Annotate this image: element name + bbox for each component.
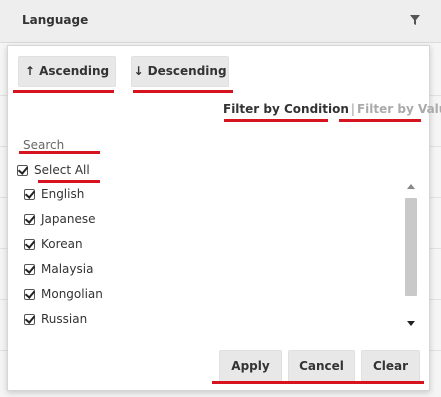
column-header: Language [0, 0, 441, 43]
cancel-label: Cancel [299, 359, 344, 373]
checkbox-checked-icon[interactable] [24, 188, 35, 200]
scroll-down-arrow-icon[interactable] [407, 321, 415, 326]
sort-descending-button[interactable]: ↓ Descending [131, 56, 229, 87]
highlight-underline [212, 381, 424, 384]
checkbox-checked-icon[interactable] [24, 213, 35, 225]
value-list: English Japanese Korean Malaysia Mongoli… [24, 184, 394, 329]
column-title: Language [22, 13, 89, 27]
list-item-label: Malaysia [41, 262, 94, 276]
filter-mode-links: Filter by Condition|Filter by Value [223, 102, 441, 116]
cancel-button[interactable]: Cancel [288, 350, 355, 382]
sort-descending-label: ↓ Descending [133, 64, 227, 78]
highlight-underline [133, 90, 233, 93]
filter-mode-separator: | [350, 102, 355, 116]
checkbox-checked-icon[interactable] [24, 288, 35, 300]
list-item[interactable]: Korean [24, 237, 83, 251]
checkbox-checked-icon[interactable] [24, 238, 35, 250]
highlight-underline [339, 119, 421, 122]
apply-label: Apply [231, 359, 270, 373]
apply-button[interactable]: Apply [219, 350, 282, 382]
list-item[interactable]: English [24, 187, 84, 201]
highlight-underline [19, 151, 100, 154]
list-item-label: Japanese [41, 212, 96, 226]
list-item-label: Korean [41, 237, 83, 251]
list-item-label: Russian [41, 312, 88, 326]
filter-menu-panel: ↑ Ascending ↓ Descending Filter by Condi… [7, 45, 441, 391]
list-item[interactable]: Mongolian [24, 287, 103, 301]
filter-by-condition-link[interactable]: Filter by Condition [223, 102, 349, 116]
list-item[interactable]: Malaysia [24, 262, 93, 276]
checkbox-checked-icon[interactable] [17, 164, 28, 176]
select-all-label: Select All [34, 163, 90, 177]
list-scrollbar[interactable] [404, 181, 418, 329]
select-all-checkbox[interactable]: Select All [17, 163, 90, 177]
list-item[interactable]: Japanese [24, 212, 96, 226]
grid-row-line [0, 350, 7, 351]
clear-button[interactable]: Clear [361, 350, 420, 382]
checkbox-checked-icon[interactable] [24, 313, 35, 325]
grid-row-line [0, 248, 7, 249]
scrollbar-thumb[interactable] [405, 198, 417, 296]
list-item[interactable]: Russian [24, 312, 87, 326]
grid-row-line [0, 146, 7, 147]
grid-row-line [0, 299, 7, 300]
scroll-up-arrow-icon[interactable] [407, 184, 415, 189]
grid-row-line [0, 95, 7, 96]
filter-by-value-link[interactable]: Filter by Value [357, 102, 441, 116]
highlight-underline [224, 119, 328, 122]
highlight-underline [13, 90, 114, 93]
funnel-icon[interactable] [409, 14, 421, 26]
grid-row-line [0, 197, 7, 198]
clear-label: Clear [372, 359, 409, 373]
list-item-label: Mongolian [41, 287, 103, 301]
list-item-label: English [41, 187, 85, 201]
sort-ascending-button[interactable]: ↑ Ascending [18, 56, 116, 87]
checkbox-checked-icon[interactable] [24, 263, 35, 275]
sort-ascending-label: ↑ Ascending [24, 64, 110, 78]
highlight-underline [38, 180, 100, 183]
